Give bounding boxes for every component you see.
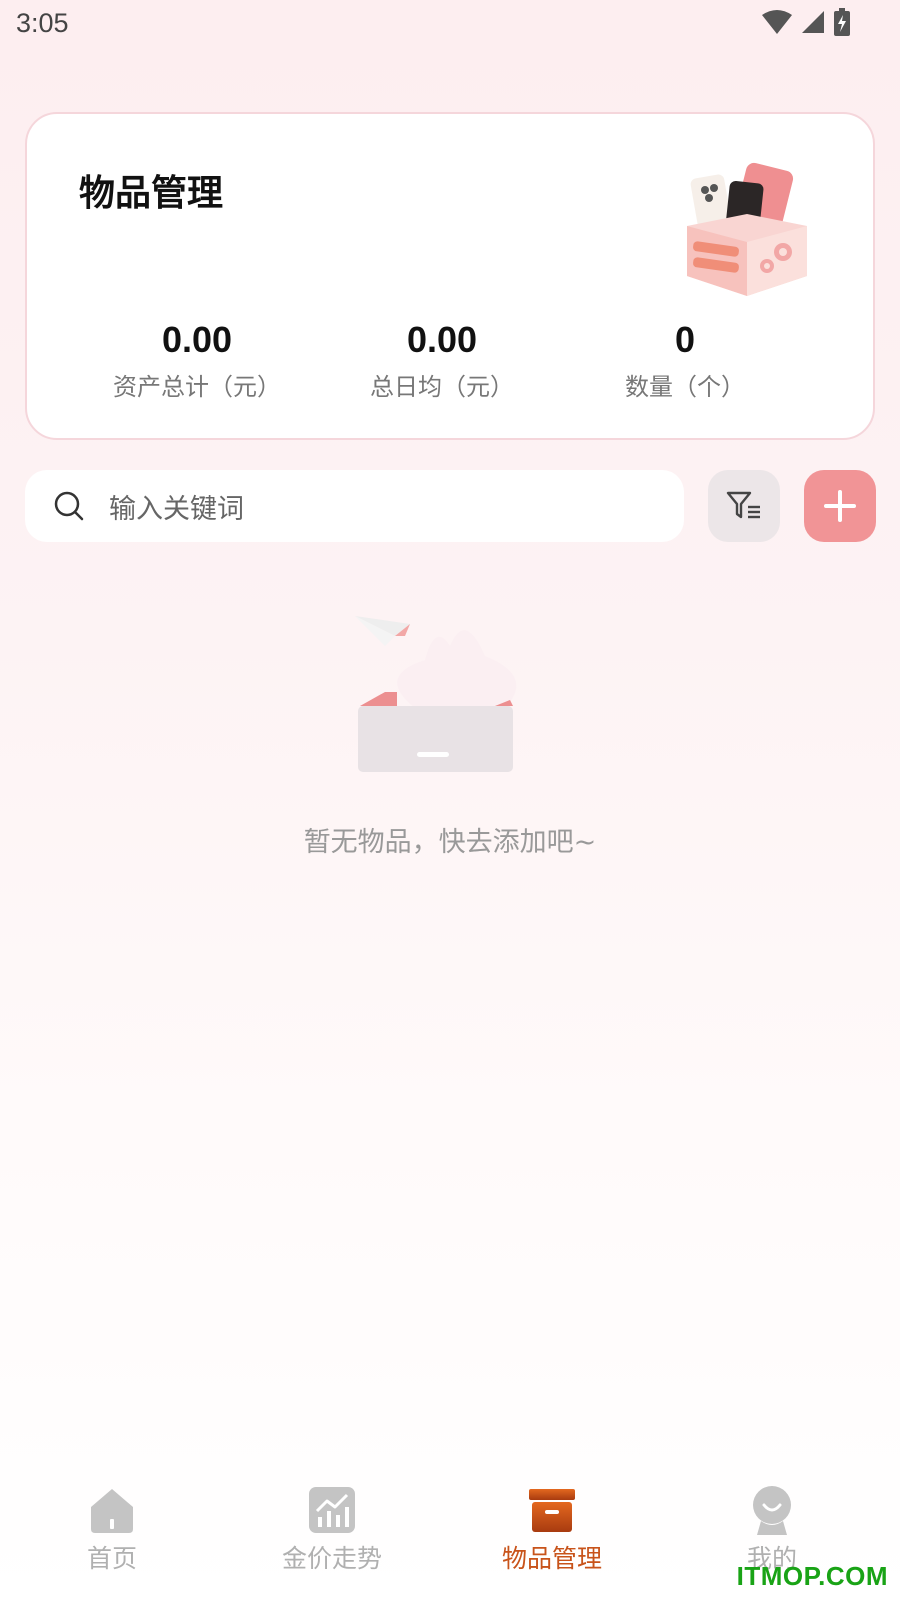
- status-time: 3:05: [16, 8, 69, 38]
- watermark: ITMOP.COM: [736, 1561, 888, 1591]
- empty-state-message: 暂无物品，快去添加吧~: [303, 827, 597, 858]
- tab-item-management[interactable]: 物品管理: [452, 1475, 652, 1575]
- stat-value: 0.00: [406, 319, 478, 360]
- stat-daily-average: 0.00 总日均（元）: [322, 319, 562, 402]
- stat-label: 数量（个）: [625, 373, 745, 401]
- tab-label: 金价走势: [281, 1544, 382, 1573]
- tab-gold-price[interactable]: 金价走势: [232, 1475, 432, 1575]
- search-input[interactable]: 输入关键词: [25, 470, 684, 542]
- profile-icon: [753, 1486, 791, 1535]
- tab-home[interactable]: 首页: [12, 1475, 212, 1575]
- tab-label: 首页: [86, 1544, 137, 1573]
- empty-box-illustration: [355, 616, 517, 772]
- wifi-icon: [762, 10, 792, 34]
- stat-label: 资产总计（元）: [113, 373, 281, 401]
- battery-icon: [834, 8, 850, 36]
- stat-value: 0.00: [161, 319, 233, 360]
- stat-total-assets: 0.00 资产总计（元）: [77, 319, 317, 402]
- stat-value: 0: [674, 319, 696, 360]
- filter-icon: [726, 491, 760, 519]
- search-placeholder: 输入关键词: [109, 493, 244, 525]
- search-icon: [54, 491, 84, 521]
- status-icons: [762, 8, 850, 36]
- page-title: 物品管理: [79, 173, 224, 214]
- signal-icon: [802, 11, 824, 33]
- storage-box-illustration: [687, 162, 807, 296]
- summary-card: 物品管理 0.00 资产总计（元） 0.00 总日均（元） 0 数量（个）: [25, 112, 875, 440]
- tab-label: 物品管理: [501, 1544, 602, 1573]
- archive-box-icon: [529, 1489, 575, 1532]
- add-item-button[interactable]: [804, 470, 876, 542]
- tab-profile[interactable]: 我的: [672, 1475, 872, 1575]
- chart-icon: [309, 1487, 355, 1533]
- status-bar: 3:05: [0, 0, 900, 50]
- stat-label: 总日均（元）: [370, 373, 514, 401]
- stat-quantity: 0 数量（个）: [565, 319, 805, 402]
- filter-button[interactable]: [708, 470, 780, 542]
- plus-icon: [824, 490, 856, 522]
- home-icon: [91, 1489, 133, 1533]
